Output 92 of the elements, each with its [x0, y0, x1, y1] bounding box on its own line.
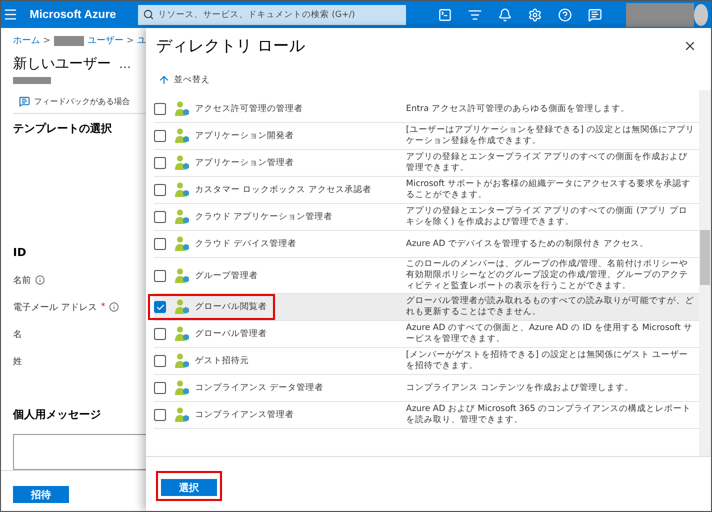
role-name: カスタマー ロックボックス アクセス承認者 — [194, 184, 372, 196]
checkbox[interactable] — [154, 211, 166, 223]
invite-button[interactable]: 招待 — [13, 486, 69, 503]
breadcrumb-link[interactable]: ユーザー — [87, 34, 124, 47]
role-name: クラウド アプリケーション管理者 — [194, 211, 333, 223]
role-row[interactable]: カスタマー ロックボックス アクセス承認者 Microsoft サポートがお客様の組織データにアクセスする要求を承認することができます。 — [154, 177, 699, 204]
role-description: グローバル管理者が読み取れるものすべての読み取りが可能ですが、どれも更新することはできません。 — [406, 295, 695, 319]
checkbox[interactable] — [154, 238, 166, 250]
role-description: Azure AD のすべての側面と、Azure AD の ID を使用する Microsoft サービスを管理できます。 — [406, 322, 694, 346]
checkbox[interactable] — [154, 328, 166, 340]
redacted-text — [13, 77, 51, 84]
dialog-title: ディレクトリ ロール — [156, 36, 306, 56]
checkbox[interactable] — [154, 382, 166, 394]
user-role-icon — [174, 155, 190, 171]
role-description: Entra アクセス許可管理のあらゆる側面を管理します。 — [406, 102, 630, 116]
role-description: Azure AD でデバイスを管理するための制限付き アクセス。 — [406, 238, 650, 250]
user-role-icon — [174, 299, 190, 315]
role-description: [ユーザーはアプリケーションを登録できる] の設定とは無関係にアプリケーション登録を作成できます。 — [406, 124, 696, 148]
role-row[interactable]: クラウド デバイス管理者 Azure AD でデバイスを管理するための制限付き アクセス。 — [154, 231, 699, 258]
user-role-icon — [174, 407, 190, 423]
user-role-icon — [174, 209, 190, 225]
role-name: コンプライアンス データ管理者 — [194, 382, 324, 394]
feedback-link[interactable]: フィードバックがある場合 — [19, 96, 146, 107]
checkbox[interactable] — [154, 301, 166, 313]
role-row[interactable]: クラウド アプリケーション管理者 アプリの登録とエンタープライズ アプリのすべての側面 (アプリ プロキシを除く) を作成および管理できます。 — [154, 204, 699, 231]
field-label: 姓 — [13, 356, 22, 368]
checkbox[interactable] — [154, 130, 166, 142]
role-name: クラウド デバイス管理者 — [194, 238, 297, 250]
role-row[interactable]: グローバル管理者 Azure AD のすべての側面と、Azure AD の ID を使用する Microsoft サービスを管理できます。 — [154, 321, 699, 348]
role-name: アプリケーション開発者 — [194, 130, 294, 142]
breadcrumb-link[interactable]: ホーム — [13, 34, 40, 47]
search-field[interactable]: リソース、サービス、ドキュメントの検索 (G+/) — [138, 4, 406, 24]
breadcrumb-separator: > — [126, 36, 134, 46]
checkbox[interactable] — [154, 270, 166, 282]
role-name: ゲスト招待元 — [194, 355, 249, 367]
checkbox[interactable] — [154, 157, 166, 169]
redacted-text — [54, 36, 84, 46]
role-description: Microsoft サポートがお客様の組織データにアクセスする要求を承認することができます。 — [406, 178, 692, 202]
role-name: アクセス許可管理の管理者 — [194, 103, 303, 115]
checkbox[interactable] — [154, 355, 166, 367]
breadcrumb-link[interactable]: ユ — [137, 34, 146, 47]
user-role-icon — [174, 101, 190, 117]
info-icon[interactable] — [109, 302, 120, 312]
role-row[interactable]: アプリケーション開発者 [ユーザーはアプリケーションを登録できる] の設定とは無関係にアプリケーション登録を作成できます。 — [154, 123, 699, 150]
role-description: [メンバーがゲストを招待できる] の設定とは無関係にゲスト ユーザーを招待できます。 — [406, 349, 690, 373]
role-description: アプリの登録とエンタープライズ アプリのすべての側面を作成および管理できます。 — [406, 151, 689, 175]
close-icon[interactable] — [683, 39, 697, 53]
select-button[interactable]: 選択 — [161, 479, 217, 496]
user-role-icon — [174, 236, 190, 252]
scrollbar[interactable] — [699, 90, 711, 456]
role-description: コンプライアンス コンテンツを作成および管理します。 — [406, 382, 635, 394]
role-name: グローバル管理者 — [194, 328, 267, 340]
feedback-icon — [19, 96, 30, 107]
role-row[interactable]: アプリケーション管理者 アプリの登録とエンタープライズ アプリのすべての側面を作成および管理できます。 — [154, 150, 699, 177]
more-button[interactable]: … — [119, 57, 131, 71]
redacted-account — [626, 2, 694, 26]
feedback-label: フィードバックがある場合 — [34, 96, 130, 107]
brand-name[interactable]: Microsoft Azure — [30, 8, 116, 20]
avatar[interactable] — [694, 4, 708, 26]
section-heading: テンプレートの選択 — [13, 121, 113, 136]
field-label: 電子メール アドレス — [13, 302, 97, 314]
user-role-icon — [174, 182, 190, 198]
checkbox[interactable] — [154, 103, 166, 115]
role-description: Azure AD および Microsoft 365 のコンプライアンスの構成とレポートを読み取り、管理できます。 — [406, 403, 692, 427]
user-role-icon — [174, 353, 190, 369]
required-mark: * — [100, 302, 106, 312]
role-name: グループ管理者 — [194, 270, 258, 282]
checkbox[interactable] — [154, 184, 166, 196]
user-role-icon — [174, 268, 190, 284]
role-row[interactable]: ゲスト招待元 [メンバーがゲストを招待できる] の設定とは無関係にゲスト ユーザーを招待できます。 — [154, 348, 699, 375]
page-title: 新しいユーザー — [13, 55, 111, 73]
role-row[interactable]: コンプライアンス データ管理者 コンプライアンス コンテンツを作成および管理します。 — [154, 375, 699, 402]
role-name: アプリケーション管理者 — [194, 157, 294, 169]
role-description: アプリの登録とエンタープライズ アプリのすべての側面 (アプリ プロキシを除く) を作成および管理できます。 — [406, 205, 688, 229]
user-role-icon — [174, 128, 190, 144]
role-row[interactable]: アクセス許可管理の管理者 Entra アクセス許可管理のあらゆる側面を管理します。 — [154, 96, 699, 123]
user-role-icon — [174, 380, 190, 396]
field-label: 名 — [13, 328, 22, 341]
role-name: コンプライアンス管理者 — [194, 409, 294, 421]
section-heading: ID — [13, 246, 28, 260]
sort-button[interactable]: 並べ替え — [158, 74, 711, 86]
info-icon[interactable] — [35, 275, 45, 286]
role-row[interactable]: コンプライアンス管理者 Azure AD および Microsoft 365 のコンプライアンスの構成とレポートを読み取り、管理できます。 — [154, 402, 699, 429]
arrow-up-icon — [158, 74, 170, 86]
field-label: 名前 — [13, 274, 31, 287]
checkbox[interactable] — [154, 409, 166, 421]
search-icon — [143, 8, 154, 20]
breadcrumb-separator: > — [43, 36, 51, 46]
user-role-icon — [174, 326, 190, 342]
role-name: グローバル閲覧者 — [194, 301, 267, 313]
role-description: このロールのメンバーは、グループの作成/管理、名前付けポリシーや有効期限ポリシーなどのグループ設定の作成/管理、グループのアクティビティと監査レポートの表示を行うことができます。 — [406, 258, 689, 293]
section-heading: 個人用メッセージ — [13, 407, 102, 422]
